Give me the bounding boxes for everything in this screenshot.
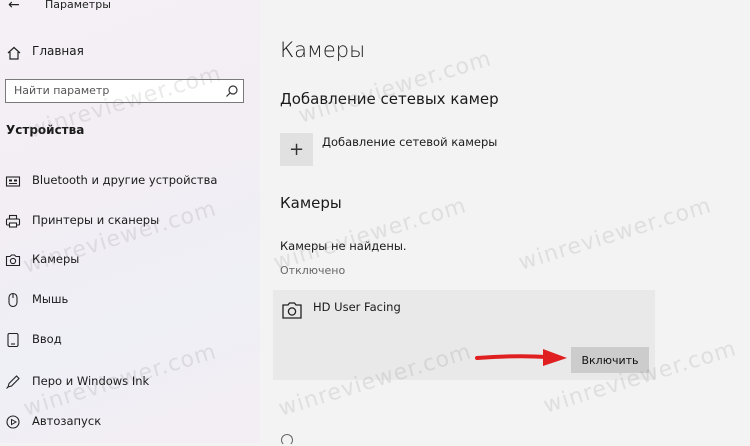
network-cameras-heading: Добавление сетевых камер (280, 90, 499, 108)
autoplay-icon (6, 415, 20, 429)
app-title: Параметры (45, 0, 111, 11)
keyboard-icon (7, 332, 19, 348)
camera-icon (5, 254, 21, 267)
plus-icon: + (288, 139, 305, 160)
enable-button[interactable]: Включить (571, 347, 649, 373)
search-placeholder: Найти параметр (14, 84, 110, 97)
sidebar-item-bluetooth[interactable]: Bluetooth и другие устройства (0, 168, 260, 194)
sidebar-item-printers[interactable]: Принтеры и сканеры (0, 208, 260, 234)
sidebar-item-label: Bluetooth и другие устройства (32, 173, 218, 187)
sidebar-item-label: Принтеры и сканеры (32, 213, 160, 227)
home-icon (7, 46, 21, 60)
sidebar-item-label: Мышь (32, 292, 69, 306)
sidebar-item-cameras[interactable]: Камеры (0, 247, 260, 273)
add-network-camera-label[interactable]: Добавление сетевой камеры (322, 135, 497, 149)
sidebar-item-label: Перо и Windows Ink (32, 374, 150, 388)
sidebar-item-label: Камеры (32, 252, 80, 266)
sidebar-item-home[interactable]: Главная (0, 40, 260, 66)
camera-card[interactable]: HD User Facing Включить (273, 290, 655, 380)
sidebar-item-mouse[interactable]: Мышь (0, 287, 260, 313)
sidebar: ← Параметры Главная Найти параметр Устро… (0, 0, 260, 443)
disabled-label: Отключено (280, 264, 346, 277)
sidebar-item-label: Ввод (32, 332, 62, 346)
page-title: Камеры (280, 38, 366, 62)
camera-icon (282, 302, 302, 319)
pen-icon (6, 375, 20, 389)
cameras-heading: Камеры (280, 194, 342, 212)
title-bar: ← Параметры (0, 0, 260, 18)
sidebar-item-label: Автозапуск (32, 414, 102, 428)
red-arrow-annotation (475, 349, 567, 366)
printer-icon (5, 214, 21, 228)
main-content: Камеры Добавление сетевых камер + Добавл… (260, 0, 750, 446)
partial-icon (281, 434, 293, 446)
sidebar-item-typing[interactable]: Ввод (0, 327, 260, 353)
section-title-devices: Устройства (6, 123, 85, 137)
sidebar-item-label: Главная (32, 44, 84, 58)
sidebar-item-autoplay[interactable]: Автозапуск (0, 409, 260, 435)
search-input[interactable]: Найти параметр (5, 79, 244, 103)
sidebar-item-pen[interactable]: Перо и Windows Ink (0, 369, 260, 395)
bluetooth-devices-icon (5, 176, 21, 187)
no-cameras-text: Камеры не найдены. (280, 239, 407, 253)
camera-name: HD User Facing (313, 300, 401, 314)
search-icon[interactable] (225, 84, 239, 98)
add-network-camera-button[interactable]: + (280, 133, 313, 166)
mouse-icon (8, 292, 18, 308)
back-arrow-icon[interactable]: ← (8, 0, 20, 13)
